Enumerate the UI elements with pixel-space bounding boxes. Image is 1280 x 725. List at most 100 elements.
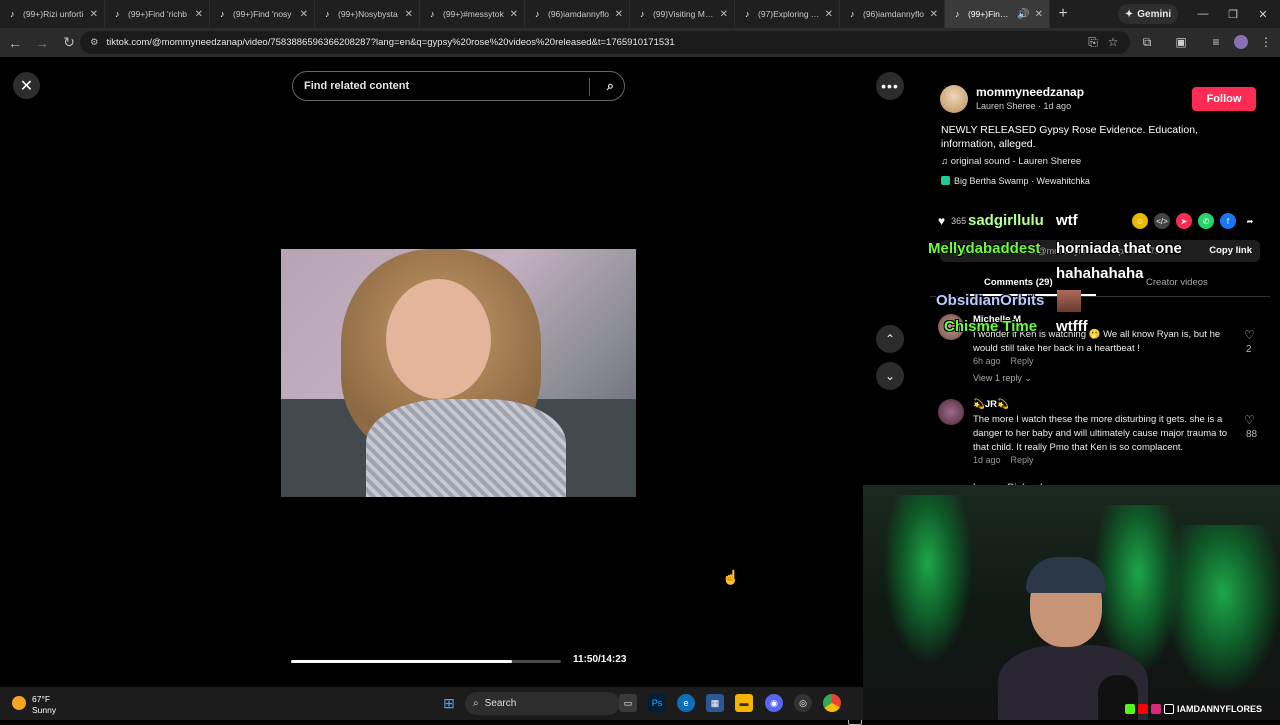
new-tab-button[interactable]: + [1050, 5, 1076, 23]
site-info-icon[interactable]: ⚙ [90, 37, 99, 48]
minimize-button[interactable]: — [1188, 0, 1218, 28]
photoshop-icon[interactable]: Ps [648, 694, 666, 712]
file-explorer-icon[interactable]: ▬ [735, 694, 753, 712]
related-search-input[interactable]: Find related content ⌕ [292, 71, 625, 101]
browser-tab[interactable]: ♪ (97)Exploring Te ✕ [735, 0, 840, 28]
next-video-button[interactable]: ⌄ [876, 362, 904, 390]
tiktok-icon: ♪ [535, 9, 540, 19]
browser-tab[interactable]: ♪ (96)iamdannyflo ✕ [525, 0, 630, 28]
streamer [998, 557, 1148, 720]
video-time: 11:50/14:23 [573, 654, 627, 665]
obs-icon[interactable]: ◎ [794, 694, 812, 712]
chrome-icon[interactable] [823, 694, 841, 712]
bookmark-star-icon[interactable]: ☆ [1102, 31, 1124, 53]
previous-video-button[interactable]: ⌃ [876, 325, 904, 353]
tiktok-icon: ♪ [745, 9, 750, 19]
reply-button[interactable]: Reply [1011, 356, 1034, 366]
commenter-avatar[interactable] [938, 399, 964, 425]
chat-overlay-message: hahahahaha [1056, 265, 1144, 282]
tab-comments[interactable]: Comments (29) [984, 277, 1053, 288]
location-icon [941, 176, 950, 185]
browser-tab-active[interactable]: ♪ (99+)Find 'g 🔊 ✕ [945, 0, 1050, 28]
close-tab-icon[interactable]: ✕ [510, 9, 518, 20]
search-icon[interactable]: ⌕ [607, 78, 614, 94]
close-tab-icon[interactable]: ✕ [825, 9, 833, 20]
browser-tab[interactable]: ♪ (99)Visiting My C ✕ [630, 0, 735, 28]
comment-like-count: 88 [1246, 429, 1258, 440]
comment-like-icon[interactable]: ♡ [1244, 328, 1255, 342]
streamer-handle-badge: IAMDANNYFLORES [1125, 704, 1262, 714]
reload-button[interactable]: ↻ [57, 31, 81, 55]
creator-avatar[interactable] [940, 85, 968, 113]
windows-start-icon[interactable]: ⊞ [440, 694, 458, 712]
comment-like-count: 2 [1246, 344, 1252, 355]
embed-icon[interactable]: </> [1154, 213, 1170, 229]
webcam-overlay: IAMDANNYFLORES [863, 485, 1280, 720]
like-icon[interactable]: ♥ [938, 214, 945, 228]
weather-widget[interactable]: 67°F Sunny [12, 694, 56, 716]
video-progress-bar[interactable] [291, 660, 561, 663]
tab-creator-videos[interactable]: Creator videos [1146, 277, 1208, 288]
more-options-button[interactable]: ••• [876, 72, 904, 100]
follow-button[interactable]: Follow [1192, 87, 1256, 111]
share-emoji-icon[interactable]: ☺ [1132, 213, 1148, 229]
tiktok-icon: ♪ [220, 9, 225, 19]
gemini-button[interactable]: ✦ Gemini [1118, 4, 1178, 24]
search-icon: ⌕ [473, 698, 479, 709]
tiktok-icon: ♪ [10, 9, 15, 19]
address-bar[interactable]: ⚙ tiktok.com/@mommyneedzanap/video/75838… [80, 31, 1130, 54]
sidebar-icon[interactable]: ▣ [1170, 31, 1192, 53]
restore-button[interactable]: ❐ [1218, 0, 1248, 28]
close-tab-icon[interactable]: ✕ [720, 9, 728, 20]
menu-kebab-icon[interactable]: ⋮ [1255, 31, 1277, 53]
close-tab-icon[interactable]: ✕ [300, 9, 308, 20]
view-replies-button[interactable]: View 1 reply ⌄ [973, 373, 1032, 384]
creator-username[interactable]: mommyneedzanap [976, 85, 1084, 99]
close-video-button[interactable]: ✕ [13, 72, 40, 99]
extensions-icon[interactable]: ⧉ [1136, 31, 1158, 53]
comment-like-icon[interactable]: ♡ [1244, 413, 1255, 427]
edge-icon[interactable]: e [677, 694, 695, 712]
speaker-icon[interactable]: 🔊 [1017, 9, 1029, 20]
navigation-bar: ← → ↻ ⚙ tiktok.com/@mommyneedzanap/video… [0, 28, 1280, 57]
browser-tab[interactable]: ♪ (96)iamdannyflo ✕ [840, 0, 945, 28]
post-location[interactable]: Big Bertha Swamp · Wewahitchka [941, 176, 1090, 186]
media-icon[interactable]: ≡ [1205, 31, 1227, 53]
chat-overlay-message: wtf [1056, 212, 1078, 229]
progress-fill [291, 660, 513, 663]
store-icon[interactable]: ▦ [706, 694, 724, 712]
profile-avatar[interactable] [1230, 31, 1252, 53]
tiktok-icon: ♪ [640, 9, 645, 19]
copy-link-button[interactable]: Copy link [1209, 245, 1252, 256]
forward-button[interactable]: → [30, 31, 54, 55]
chat-overlay-message: horniada that one [1056, 240, 1182, 257]
browser-tab[interactable]: ♪ (99+)Nosybysta ✕ [315, 0, 420, 28]
close-tab-icon[interactable]: ✕ [195, 9, 203, 20]
cast-icon[interactable]: ⎘ [1082, 31, 1104, 53]
facebook-icon[interactable]: f [1220, 213, 1236, 229]
close-tab-icon[interactable]: ✕ [930, 9, 938, 20]
whatsapp-icon[interactable]: ✆ [1198, 213, 1214, 229]
close-tab-icon[interactable]: ✕ [615, 9, 623, 20]
browser-tab[interactable]: ♪ (99+)Rizi unforti ✕ [0, 0, 105, 28]
send-icon[interactable]: ➤ [1176, 213, 1192, 229]
close-tab-icon[interactable]: ✕ [90, 9, 98, 20]
taskbar-search[interactable]: ⌕ Search [465, 692, 620, 715]
close-tab-icon[interactable]: ✕ [1035, 9, 1043, 20]
browser-tab[interactable]: ♪ (99+)#messytok ✕ [420, 0, 525, 28]
task-view-icon[interactable]: ▭ [619, 694, 637, 712]
browser-tab[interactable]: ♪ (99+)Find 'nosy ✕ [210, 0, 315, 28]
video-player[interactable]: Find related content ⌕ 11:50/14:23 [281, 57, 636, 687]
discord-icon[interactable]: ◉ [765, 694, 783, 712]
close-window-button[interactable]: ✕ [1248, 0, 1278, 28]
sun-icon [12, 696, 26, 710]
share-arrow-icon[interactable]: ➦ [1242, 213, 1258, 229]
browser-tab[interactable]: ♪ (99+)Find 'richb ✕ [105, 0, 210, 28]
tiktok-icon: ♪ [430, 9, 435, 19]
reply-button[interactable]: Reply [1011, 455, 1034, 465]
post-sound[interactable]: ♫ original sound - Lauren Sheree [941, 156, 1081, 167]
back-button[interactable]: ← [3, 31, 27, 55]
chat-overlay-name: sadgirllulu [968, 212, 1044, 229]
chat-overlay-name: Chisme Time [944, 318, 1038, 335]
close-tab-icon[interactable]: ✕ [405, 9, 413, 20]
